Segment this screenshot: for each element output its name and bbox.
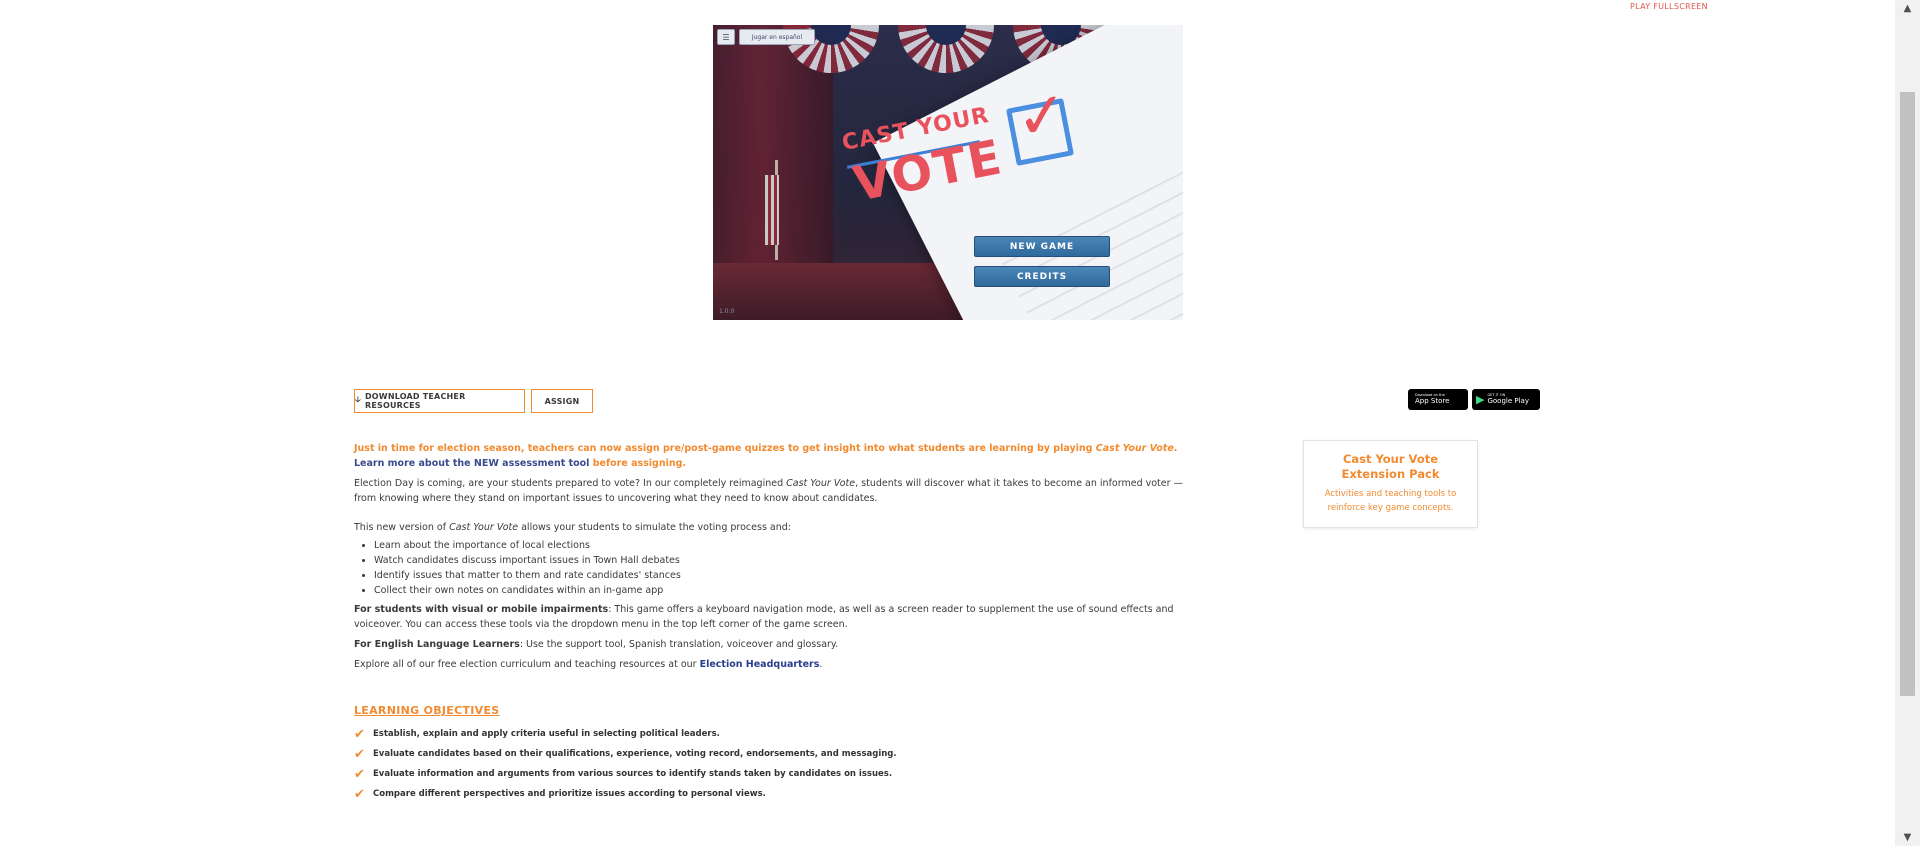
intro-text: Just in time for election season, teache… [354, 443, 1096, 454]
ell-paragraph: For English Language Learners: Use the s… [354, 637, 1204, 652]
bunting-decoration [898, 25, 994, 73]
ell-label: For English Language Learners [354, 639, 520, 650]
intro-paragraph: Just in time for election season, teache… [354, 441, 1204, 471]
app-store-big: App Store [1415, 396, 1450, 405]
p2-text: This new version of [354, 522, 450, 533]
objective-text: Compare different perspectives and prior… [373, 789, 766, 799]
list-item: Watch candidates discuss important issue… [374, 553, 1204, 568]
assign-button[interactable]: ASSIGN [531, 389, 593, 413]
google-play-badge[interactable]: ▶ GET IT ON Google Play [1472, 389, 1540, 410]
ell-text: : Use the support tool, Spanish translat… [519, 639, 839, 650]
p2-text-after: allows your students to simulate the vot… [518, 522, 791, 533]
extension-pack-card[interactable]: Cast Your Vote Extension Pack Activities… [1303, 440, 1478, 528]
checkmark-icon: ✔ [354, 786, 365, 802]
objective-text: Evaluate information and arguments from … [373, 769, 893, 779]
p2-game-name: Cast Your Vote [449, 522, 519, 533]
list-item: Learn about the importance of local elec… [374, 538, 1204, 553]
app-store-badge[interactable]: Download on the App Store [1408, 389, 1468, 410]
assessment-tool-link[interactable]: Learn more about the NEW assessment tool [354, 458, 589, 469]
checkmark-icon: ✔ [354, 766, 365, 782]
new-game-button[interactable]: NEW GAME [974, 236, 1110, 257]
explore-paragraph: Explore all of our free election curricu… [354, 657, 1204, 672]
accessibility-label: For students with visual or mobile impai… [354, 604, 609, 615]
checkmark-icon: ✓ [1012, 76, 1072, 155]
intro-text-after: before assigning. [589, 458, 687, 469]
scroll-down-icon[interactable]: ▼ [1895, 829, 1920, 846]
checkmark-icon: ✔ [354, 726, 365, 742]
arrow-down-icon: 🡣 [355, 395, 361, 404]
explore-text: Explore all of our free election curricu… [354, 659, 700, 670]
election-headquarters-link[interactable]: Election Headquarters [700, 659, 820, 670]
explore-text-after: . [819, 659, 823, 670]
game-frame[interactable]: CAST YOUR VOTE ✓ NEW GAME CREDITS ☰ Juga… [713, 25, 1183, 320]
features-list: Learn about the importance of local elec… [354, 538, 1204, 598]
scroll-up-icon[interactable]: ▲ [1895, 0, 1920, 17]
scrollbar[interactable]: ▲ ▼ [1895, 0, 1920, 846]
description-paragraph-2: This new version of Cast Your Vote allow… [354, 520, 1204, 535]
hamburger-icon[interactable]: ☰ [717, 29, 735, 45]
download-teacher-resources-button[interactable]: 🡣 DOWNLOAD TEACHER RESOURCES [354, 389, 525, 413]
objective-item: ✔ Evaluate candidates based on their qua… [354, 744, 1254, 764]
scroll-thumb[interactable] [1900, 92, 1915, 696]
objective-item: ✔ Establish, explain and apply criteria … [354, 724, 1254, 744]
intro-game-name: Cast Your Vote [1095, 443, 1174, 454]
extension-title: Cast Your Vote Extension Pack [1341, 452, 1440, 481]
objective-text: Establish, explain and apply criteria us… [373, 729, 720, 739]
objective-item: ✔ Evaluate information and arguments fro… [354, 764, 1254, 784]
accessibility-paragraph: For students with visual or mobile impai… [354, 602, 1204, 632]
description-paragraph-1: Election Day is coming, are your student… [354, 476, 1204, 506]
play-fullscreen-link[interactable]: PLAY FULLSCREEN [1630, 2, 1708, 11]
checkmark-icon: ✔ [354, 746, 365, 762]
game-description: Just in time for election season, teache… [354, 441, 1204, 677]
google-play-big: Google Play [1487, 396, 1529, 405]
flag [765, 175, 779, 245]
p1-text: Election Day is coming, are your student… [354, 478, 787, 489]
learning-objectives-title: LEARNING OBJECTIVES [354, 704, 500, 717]
download-label: DOWNLOAD TEACHER RESOURCES [364, 392, 466, 410]
extension-description: Activities and teaching tools to reinfor… [1324, 489, 1457, 513]
google-play-icon: ▶ [1476, 393, 1485, 406]
list-item: Collect their own notes on candidates wi… [374, 583, 1204, 598]
p1-game-name: Cast Your Vote [786, 478, 856, 489]
credits-button[interactable]: CREDITS [974, 266, 1110, 287]
game-version: 1.0.0 [719, 308, 735, 315]
ballot-lines [994, 144, 1183, 320]
learning-objectives-list: ✔ Establish, explain and apply criteria … [354, 724, 1254, 804]
list-item: Identify issues that matter to them and … [374, 568, 1204, 583]
intro-text-mid: . [1173, 443, 1178, 454]
play-in-spanish-button[interactable]: Jugar en español [739, 29, 815, 45]
objective-item: ✔ Compare different perspectives and pri… [354, 784, 1254, 804]
objective-text: Evaluate candidates based on their quali… [373, 749, 897, 759]
